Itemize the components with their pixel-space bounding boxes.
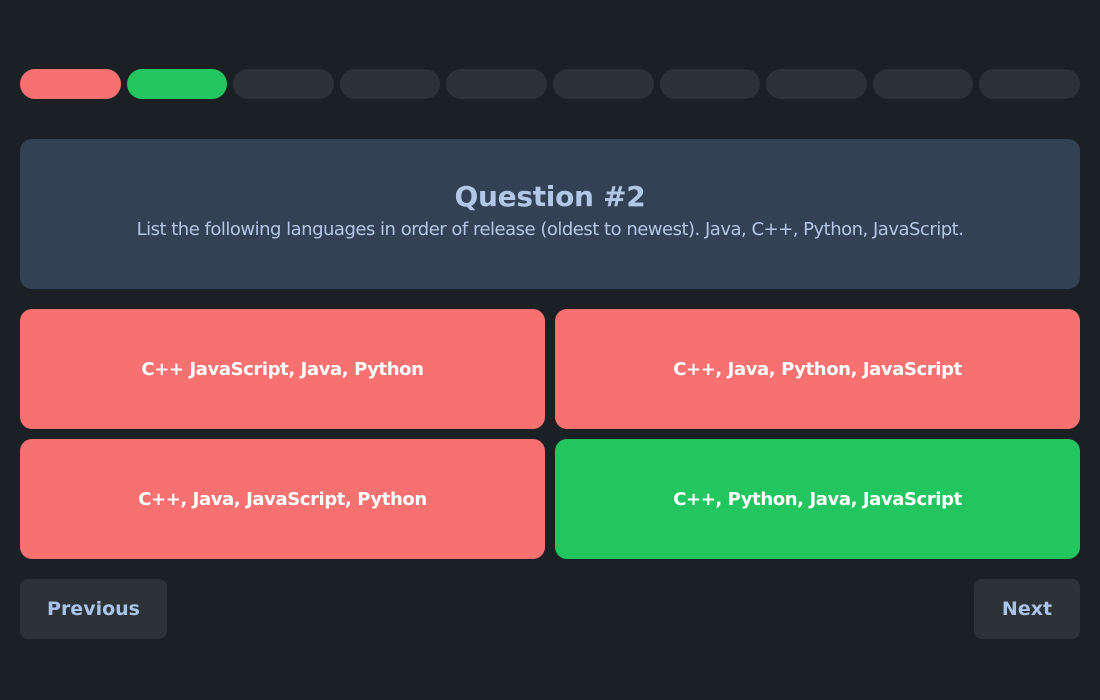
next-button[interactable]: Next: [974, 579, 1080, 639]
progress-segment-7-pending: [659, 69, 761, 99]
question-title: Question #2: [454, 180, 646, 213]
answer-option-2[interactable]: C++, Java, Python, JavaScript: [555, 309, 1080, 429]
progress-segment-10-pending: [979, 69, 1080, 99]
progress-bar: [20, 69, 1080, 99]
answer-option-1[interactable]: C++ JavaScript, Java, Python: [20, 309, 545, 429]
progress-segment-1-incorrect: [20, 69, 121, 99]
progress-segment-3-pending: [233, 69, 334, 99]
progress-segment-8-pending: [766, 69, 867, 99]
progress-segment-9-pending: [872, 69, 974, 99]
answer-option-3[interactable]: C++, Java, JavaScript, Python: [20, 439, 545, 559]
answer-option-4[interactable]: C++, Python, Java, JavaScript: [555, 439, 1080, 559]
previous-button[interactable]: Previous: [20, 579, 167, 639]
progress-segment-2-correct: [126, 69, 228, 99]
progress-segment-6-pending: [552, 69, 654, 99]
progress-segment-5-pending: [446, 69, 547, 99]
answer-grid: C++ JavaScript, Java, Python C++, Java, …: [20, 309, 1080, 559]
progress-segment-4-pending: [339, 69, 441, 99]
question-text: List the following languages in order of…: [136, 219, 964, 240]
question-card: Question #2 List the following languages…: [20, 139, 1080, 289]
